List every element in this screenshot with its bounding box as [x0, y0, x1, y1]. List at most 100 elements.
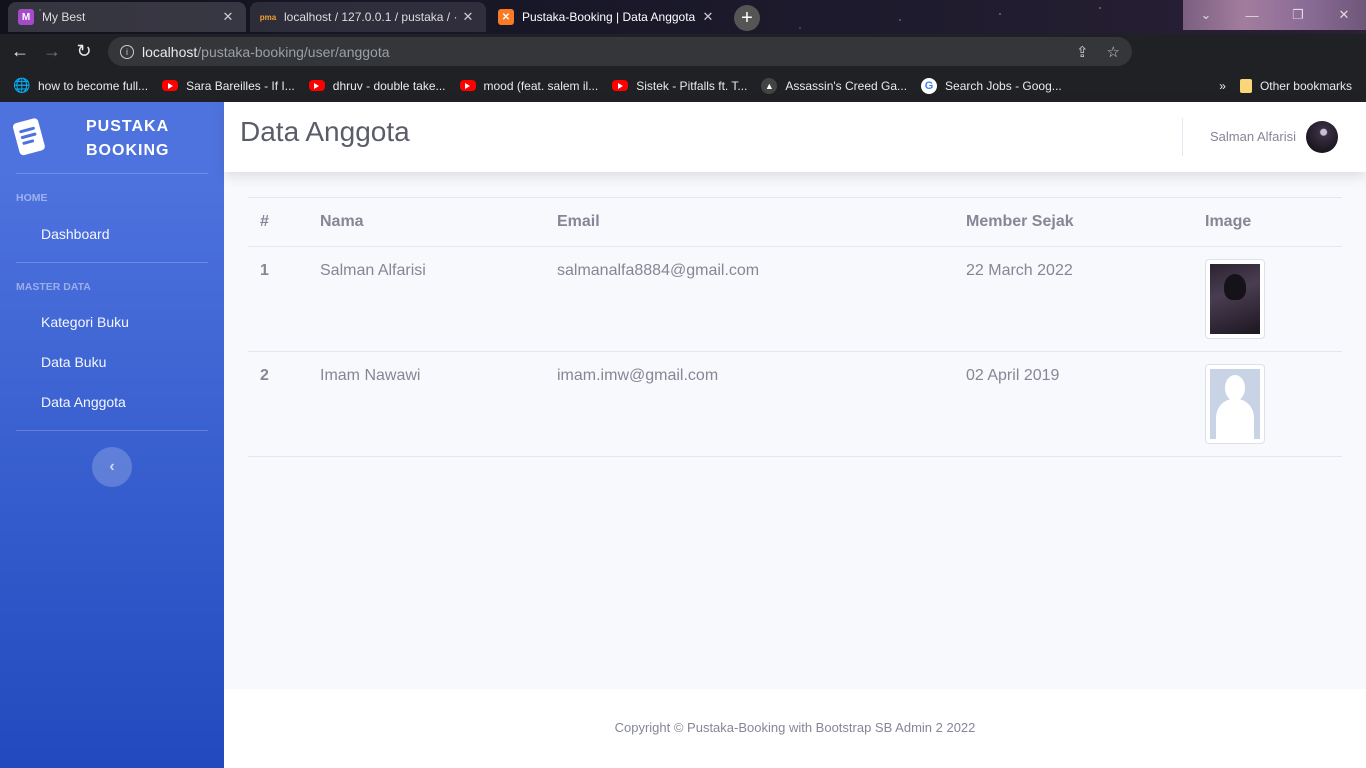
- topbar: Data Anggota Salman Alfarisi: [224, 102, 1366, 172]
- bookmark-label: Sara Bareilles - If I...: [186, 78, 295, 93]
- other-bookmarks-label: Other bookmarks: [1259, 78, 1352, 93]
- bookmark-item[interactable]: 🌐 how to become full...: [13, 77, 149, 94]
- member-email: salmanalfa8884@gmail.com: [557, 262, 760, 279]
- sidebar-toggle-button[interactable]: ‹: [92, 447, 132, 487]
- close-window-icon[interactable]: ✕: [1321, 0, 1366, 30]
- tab-label: My Best: [42, 10, 86, 24]
- table-header-row: # Nama Email Member Sejak Image: [248, 197, 1342, 247]
- bookmark-item[interactable]: ▲ Assassin's Creed Ga...: [761, 77, 908, 94]
- row-number: 1: [260, 262, 269, 279]
- member-since: 22 March 2022: [966, 262, 1073, 279]
- sidebar-item-data-anggota[interactable]: Data Anggota: [41, 394, 126, 410]
- youtube-icon: [459, 80, 476, 91]
- phpmyadmin-icon: pma: [259, 12, 277, 22]
- browser-tab-phpmyadmin[interactable]: pma localhost / 127.0.0.1 / pustaka / · …: [250, 2, 486, 32]
- youtube-icon: [308, 80, 325, 91]
- column-header: Image: [1205, 213, 1252, 230]
- share-icon[interactable]: ⇪: [1076, 43, 1089, 61]
- google-icon: G: [921, 77, 938, 94]
- globe-icon: 🌐: [13, 77, 31, 93]
- page-title: Data Anggota: [240, 116, 410, 147]
- sidebar-item-kategori-buku[interactable]: Kategori Buku: [41, 314, 129, 330]
- book-icon: [12, 118, 45, 156]
- column-header: Email: [557, 213, 600, 230]
- brand-name: PUSTAKA BOOKING: [86, 115, 169, 163]
- youtube-icon: [162, 80, 179, 91]
- restore-icon[interactable]: ❐: [1275, 0, 1321, 30]
- new-tab-button[interactable]: +: [734, 5, 760, 31]
- chevron-left-icon: ‹: [109, 458, 115, 475]
- info-icon[interactable]: i: [120, 44, 134, 59]
- bookmark-item[interactable]: dhruv - double take...: [308, 78, 446, 93]
- sidebar-item-dashboard[interactable]: Dashboard: [41, 226, 110, 242]
- sidebar-divider: [16, 430, 208, 431]
- sidebar-divider: [16, 262, 208, 263]
- other-bookmarks[interactable]: Other bookmarks: [1239, 78, 1352, 93]
- sidebar-heading-master-data: MASTER DATA: [16, 281, 91, 293]
- member-image: [1205, 364, 1265, 444]
- browser-tab-bar: M My Best ✕ pma localhost / 127.0.0.1 / …: [0, 0, 1366, 34]
- member-name: Salman Alfarisi: [320, 262, 426, 279]
- bookmark-item[interactable]: Sistek - Pitfalls ft. T...: [612, 79, 747, 93]
- more-bookmarks-icon[interactable]: »: [1219, 79, 1226, 93]
- sidebar-item-data-buku[interactable]: Data Buku: [41, 354, 106, 370]
- sidebar: PUSTAKA BOOKING HOME Dashboard MASTER DA…: [0, 102, 224, 768]
- bookmark-item[interactable]: mood (feat. salem il...: [459, 78, 599, 93]
- forward-icon[interactable]: →: [36, 36, 68, 68]
- members-table: # Nama Email Member Sejak Image 1 Salman…: [248, 197, 1342, 457]
- row-number: 2: [260, 367, 269, 384]
- bookmark-label: how to become full...: [38, 78, 149, 93]
- close-icon[interactable]: ✕: [460, 9, 476, 25]
- column-header: Member Sejak: [966, 213, 1074, 230]
- member-image: [1205, 259, 1265, 339]
- chevron-down-icon[interactable]: ⌄: [1183, 0, 1229, 30]
- column-header: Nama: [320, 213, 364, 230]
- assassins-creed-icon: ▲: [761, 77, 778, 94]
- user-name[interactable]: Salman Alfarisi: [1210, 129, 1296, 144]
- bookmark-item[interactable]: Sara Bareilles - If I...: [162, 79, 295, 93]
- sidebar-divider: [16, 173, 208, 174]
- xampp-icon: ✕: [498, 9, 514, 25]
- reload-icon[interactable]: ↻: [68, 36, 100, 68]
- copyright-text: Copyright © Pustaka-Booking with Bootstr…: [614, 720, 976, 735]
- close-icon[interactable]: ✕: [220, 9, 236, 25]
- bookmark-label: Search Jobs - Goog...: [945, 78, 1062, 93]
- url-path: /pustaka-booking/user/anggota: [197, 43, 390, 60]
- member-since: 02 April 2019: [966, 367, 1060, 384]
- sidebar-heading-home: HOME: [16, 192, 48, 204]
- user-photo: [1210, 264, 1260, 334]
- star-icon[interactable]: ☆: [1107, 43, 1120, 61]
- table-row: 2 Imam Nawawi imam.imw@gmail.com 02 Apri…: [248, 352, 1342, 457]
- default-avatar-icon: [1210, 369, 1260, 439]
- back-icon[interactable]: ←: [4, 36, 36, 68]
- minimize-icon[interactable]: —: [1229, 0, 1275, 30]
- tab-label: localhost / 127.0.0.1 / pustaka / ·: [284, 10, 458, 24]
- bookmark-item[interactable]: G Search Jobs - Goog...: [921, 77, 1062, 94]
- member-email: imam.imw@gmail.com: [557, 367, 719, 384]
- m-icon: M: [18, 9, 34, 25]
- brand-line-1: PUSTAKA: [86, 118, 170, 135]
- bookmark-label: dhruv - double take...: [332, 78, 446, 93]
- page-content: PUSTAKA BOOKING HOME Dashboard MASTER DA…: [0, 102, 1366, 768]
- bookmark-label: Assassin's Creed Ga...: [785, 78, 908, 93]
- member-name: Imam Nawawi: [320, 367, 421, 384]
- youtube-icon: [612, 80, 629, 91]
- table-row: 1 Salman Alfarisi salmanalfa8884@gmail.c…: [248, 247, 1342, 352]
- close-icon[interactable]: ✕: [700, 9, 716, 25]
- avatar[interactable]: [1306, 121, 1338, 153]
- bookmarks-bar: 🌐 how to become full... Sara Bareilles -…: [0, 69, 1366, 102]
- bookmark-label: mood (feat. salem il...: [483, 78, 599, 93]
- tab-label: Pustaka-Booking | Data Anggota: [522, 10, 696, 24]
- sidebar-brand[interactable]: PUSTAKA BOOKING: [0, 102, 224, 174]
- address-bar[interactable]: i localhost/pustaka-booking/user/anggota…: [108, 37, 1132, 66]
- browser-toolbar: ← → ↻ i localhost/pustaka-booking/user/a…: [0, 34, 1366, 96]
- brand-line-2: BOOKING: [86, 142, 170, 159]
- browser-tab-pustaka[interactable]: ✕ Pustaka-Booking | Data Anggota ✕: [488, 2, 726, 32]
- topbar-divider: [1182, 118, 1183, 156]
- bookmark-label: Sistek - Pitfalls ft. T...: [636, 78, 748, 93]
- footer: Copyright © Pustaka-Booking with Bootstr…: [224, 689, 1366, 768]
- folder-icon: [1239, 78, 1252, 93]
- column-header: #: [260, 213, 269, 230]
- url-host: localhost: [142, 43, 198, 60]
- browser-tab-my-best[interactable]: M My Best ✕: [8, 2, 246, 32]
